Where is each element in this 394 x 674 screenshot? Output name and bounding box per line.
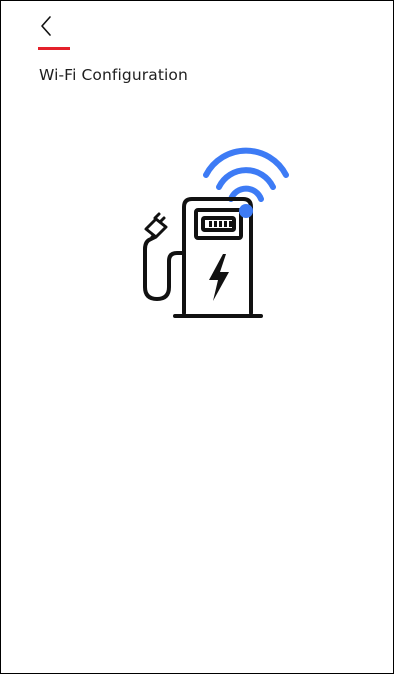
ev-charger-wifi-illustration (119, 141, 299, 331)
ev-charger-wifi-icon (143, 147, 289, 318)
lightning-bolt-icon (209, 254, 229, 301)
accent-underline (38, 47, 70, 50)
chevron-left-icon (41, 16, 51, 36)
wifi-dot (239, 204, 253, 218)
back-button[interactable] (35, 13, 61, 39)
page-title: Wi-Fi Configuration (39, 66, 188, 84)
wifi-configuration-screen: Wi-Fi Configuration (0, 0, 394, 674)
charging-plug-icon (144, 212, 168, 239)
battery-bars (209, 221, 232, 227)
wifi-signal-icon (203, 147, 289, 202)
